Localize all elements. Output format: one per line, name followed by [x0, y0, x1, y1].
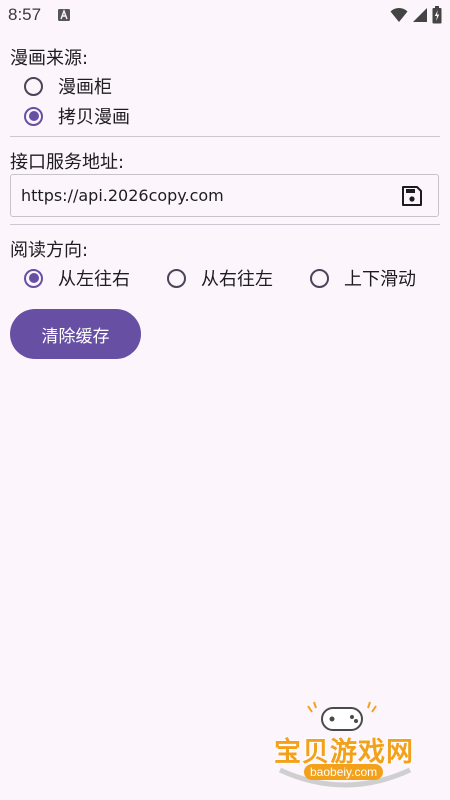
- save-icon[interactable]: [400, 184, 424, 208]
- radio-option-copymanga[interactable]: 拷贝漫画: [24, 101, 130, 131]
- divider: [10, 224, 440, 225]
- radio-option-left-to-right[interactable]: 从左往右: [24, 263, 130, 293]
- manga-source-label: 漫画来源:: [10, 48, 89, 69]
- radio-option-vertical-scroll[interactable]: 上下滑动: [310, 263, 416, 293]
- status-time: 8:57: [8, 5, 42, 24]
- radio-button-selected[interactable]: [24, 106, 43, 126]
- radio-option-label: 拷贝漫画: [58, 107, 130, 128]
- radio-button[interactable]: [167, 268, 186, 288]
- api-address-label: 接口服务地址:: [10, 152, 125, 173]
- notification-a-icon: [58, 9, 70, 21]
- watermark-logo: 宝贝游戏网 baobeiy.com: [270, 700, 420, 790]
- wifi-icon: [390, 7, 408, 22]
- status-bar: 8:57: [0, 0, 450, 30]
- radio-option-label: 从右往左: [201, 269, 273, 290]
- battery-icon: [432, 6, 442, 24]
- radio-option-label: 从左往右: [58, 269, 130, 290]
- divider: [10, 136, 440, 137]
- radio-option-label: 上下滑动: [344, 269, 416, 290]
- api-address-input[interactable]: [21, 175, 381, 216]
- reading-direction-label: 阅读方向:: [10, 240, 89, 261]
- radio-option-manhuagui[interactable]: 漫画柜: [24, 71, 112, 101]
- watermark-url: baobeiy.com: [304, 764, 384, 780]
- signal-icon: [413, 8, 427, 22]
- radio-option-label: 漫画柜: [58, 77, 112, 98]
- clear-cache-button[interactable]: 清除缓存: [10, 309, 141, 359]
- radio-button[interactable]: [24, 76, 43, 96]
- status-icons: [390, 6, 442, 24]
- api-address-input-box: [10, 174, 439, 217]
- radio-option-right-to-left[interactable]: 从右往左: [167, 263, 273, 293]
- radio-button[interactable]: [310, 268, 329, 288]
- radio-button-selected[interactable]: [24, 268, 43, 288]
